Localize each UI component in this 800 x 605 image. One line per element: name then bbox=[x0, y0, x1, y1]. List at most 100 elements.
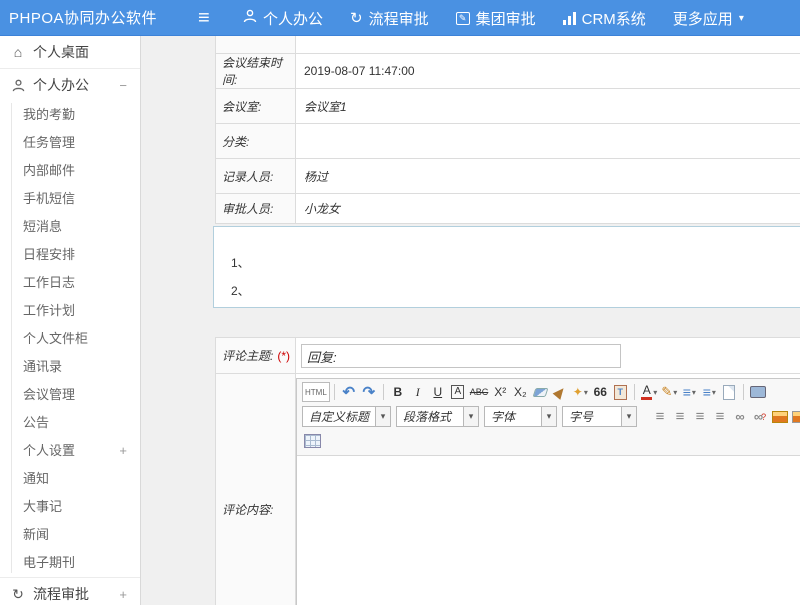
sidebar-item-my-attendance[interactable]: 我的考勤 bbox=[0, 101, 140, 129]
meeting-detail-table: 会议结束时间: 2019-08-07 11:47:00 会议室: 会议室1 分类… bbox=[215, 36, 800, 224]
toolbar-separator bbox=[383, 384, 384, 400]
content-cell: HTML ↶ ↷ B I U A ABC X² X₂ bbox=[296, 374, 800, 605]
expand-toggle[interactable]: + bbox=[119, 578, 127, 605]
nav-more-apps[interactable]: 更多应用 ▾ bbox=[673, 8, 744, 29]
sidebar-item-announcement[interactable]: 公告 bbox=[0, 409, 140, 437]
unordered-list-button[interactable]: ≡▾ bbox=[699, 382, 719, 402]
sidebar-item-short-message[interactable]: 短消息 bbox=[0, 213, 140, 241]
insert-picture-button[interactable] bbox=[790, 407, 800, 427]
rich-text-editor: HTML ↶ ↷ B I U A ABC X² X₂ bbox=[296, 378, 800, 605]
blockquote-button[interactable]: 66 bbox=[590, 382, 610, 402]
remove-link-button[interactable]: ∞? bbox=[750, 407, 770, 427]
insert-link-button[interactable]: ∞ bbox=[730, 407, 750, 427]
align-center-button[interactable]: ≡ bbox=[670, 407, 690, 427]
chevron-down-icon: ▾ bbox=[739, 13, 744, 24]
sidebar-item-personal-settings[interactable]: 个人设置 + bbox=[0, 437, 140, 465]
blank-page-icon bbox=[723, 385, 735, 400]
nav-label: 流程审批 bbox=[369, 8, 429, 29]
subscript-button[interactable]: X₂ bbox=[510, 382, 530, 402]
font-color-button[interactable]: A▾ bbox=[639, 382, 659, 402]
new-page-button[interactable] bbox=[719, 382, 739, 402]
sidebar-item-major-events[interactable]: 大事记 bbox=[0, 493, 140, 521]
heading-select[interactable]: 自定义标题 ▾ bbox=[302, 406, 391, 427]
nav-personal-office[interactable]: 个人办公 bbox=[243, 8, 323, 29]
table-row-recorder: 记录人员: 杨过 bbox=[216, 159, 800, 194]
nav-workflow-approval[interactable]: ↻ 流程审批 bbox=[350, 8, 429, 29]
letter-a: A bbox=[643, 385, 651, 396]
align-right-button[interactable]: ≡ bbox=[690, 407, 710, 427]
sidebar-item-personal-files[interactable]: 个人文件柜 bbox=[0, 325, 140, 353]
bold-button[interactable]: B bbox=[388, 382, 408, 402]
field-label: 评论主题: (*) bbox=[216, 338, 296, 373]
hamburger-menu-icon[interactable]: ≡ bbox=[198, 0, 210, 36]
insert-table-button[interactable] bbox=[302, 431, 323, 451]
align-justify-button[interactable]: ≡ bbox=[710, 407, 730, 427]
app-title: PHPOA协同办公软件 bbox=[9, 7, 157, 28]
sidebar-item-meeting-management[interactable]: 会议管理 bbox=[0, 381, 140, 409]
field-label bbox=[216, 36, 296, 53]
toolbar-separator bbox=[334, 384, 335, 400]
fullscreen-button[interactable] bbox=[748, 382, 768, 402]
font-size-select[interactable]: 字号 ▾ bbox=[562, 406, 637, 427]
sidebar-item-notice[interactable]: 通知 bbox=[0, 465, 140, 493]
paste-text-button[interactable]: T bbox=[610, 382, 630, 402]
format-brush-button[interactable] bbox=[550, 382, 570, 402]
superscript-button[interactable]: X² bbox=[490, 382, 510, 402]
redo-icon[interactable]: ↷ bbox=[359, 382, 379, 402]
sidebar-item-contacts[interactable]: 通讯录 bbox=[0, 353, 140, 381]
eraser-button[interactable] bbox=[530, 382, 550, 402]
sidebar-item-personal-office[interactable]: 个人办公 − bbox=[0, 69, 140, 101]
field-label: 审批人员: bbox=[216, 194, 296, 223]
sidebar-item-personal-desktop[interactable]: ⌂ 个人桌面 bbox=[0, 36, 140, 68]
align-left-button[interactable]: ≡ bbox=[650, 407, 670, 427]
font-family-select[interactable]: 字体 ▾ bbox=[484, 406, 557, 427]
ordered-list-button[interactable]: ≡▾ bbox=[679, 382, 699, 402]
sidebar-item-label: 个人办公 bbox=[33, 75, 89, 95]
font-style-box-button[interactable]: A bbox=[448, 382, 468, 402]
comment-subject-input[interactable] bbox=[301, 344, 621, 368]
paragraph-format-select[interactable]: 段落格式 ▾ bbox=[396, 406, 479, 427]
italic-button[interactable]: I bbox=[408, 382, 428, 402]
table-row-approver: 审批人员: 小龙女 bbox=[216, 194, 800, 224]
sidebar-item-work-plan[interactable]: 工作计划 bbox=[0, 297, 140, 325]
insert-image-button[interactable] bbox=[770, 407, 790, 427]
chevron-down-icon: ▾ bbox=[712, 388, 716, 397]
sidebar-item-workflow-approval[interactable]: ↻ 流程审批 + bbox=[0, 578, 140, 605]
link-icon: ∞ bbox=[735, 409, 744, 424]
underline-button[interactable]: U bbox=[428, 382, 448, 402]
collapse-toggle[interactable]: − bbox=[119, 69, 127, 101]
sidebar-item-label: 个人桌面 bbox=[33, 42, 89, 62]
sidebar-item-mobile-sms[interactable]: 手机短信 bbox=[0, 185, 140, 213]
chevron-down-icon: ▾ bbox=[584, 388, 588, 397]
meeting-minutes-box: 1、 2、 bbox=[213, 226, 800, 308]
sidebar-item-work-log[interactable]: 工作日志 bbox=[0, 269, 140, 297]
field-label: 会议室: bbox=[216, 89, 296, 123]
field-value: 小龙女 bbox=[296, 194, 800, 223]
chevron-down-icon: ▾ bbox=[463, 407, 478, 426]
sidebar-item-schedule[interactable]: 日程安排 bbox=[0, 241, 140, 269]
sidebar-item-task-management[interactable]: 任务管理 bbox=[0, 129, 140, 157]
sidebar-item-label: 个人设置 bbox=[23, 443, 75, 458]
nav-group-approval[interactable]: ✎ 集团审批 bbox=[456, 8, 536, 29]
nav-label: 更多应用 bbox=[673, 8, 733, 29]
comment-content-editable-area[interactable] bbox=[297, 456, 800, 605]
sidebar-item-internal-mail[interactable]: 内部邮件 bbox=[0, 157, 140, 185]
highlight-pen-icon: ✎ bbox=[661, 384, 672, 400]
highlight-button[interactable]: ✎▾ bbox=[659, 382, 679, 402]
field-label: 分类: bbox=[216, 124, 296, 158]
sidebar-item-e-journal[interactable]: 电子期刊 bbox=[0, 549, 140, 577]
autotypeset-button[interactable]: ✦▾ bbox=[570, 382, 590, 402]
magic-wand-icon: ✦ bbox=[573, 385, 583, 399]
sidebar-item-news[interactable]: 新闻 bbox=[0, 521, 140, 549]
html-source-button[interactable]: HTML bbox=[302, 382, 330, 402]
font-color-icon: A bbox=[641, 385, 652, 400]
field-value bbox=[296, 124, 800, 158]
expand-toggle[interactable]: + bbox=[119, 437, 127, 465]
bar-chart-icon bbox=[563, 12, 576, 25]
strikethrough-button[interactable]: ABC bbox=[468, 382, 491, 402]
undo-icon[interactable]: ↶ bbox=[339, 382, 359, 402]
comment-subject-row: 评论主题: (*) bbox=[216, 338, 800, 374]
nav-crm-system[interactable]: CRM系统 bbox=[563, 8, 646, 29]
ordered-list-icon: ≡ bbox=[683, 385, 691, 399]
app-window: PHPOA协同办公软件 ≡ 个人办公 ↻ 流程审批 ✎ 集团审批 CRM系统 bbox=[0, 0, 800, 605]
